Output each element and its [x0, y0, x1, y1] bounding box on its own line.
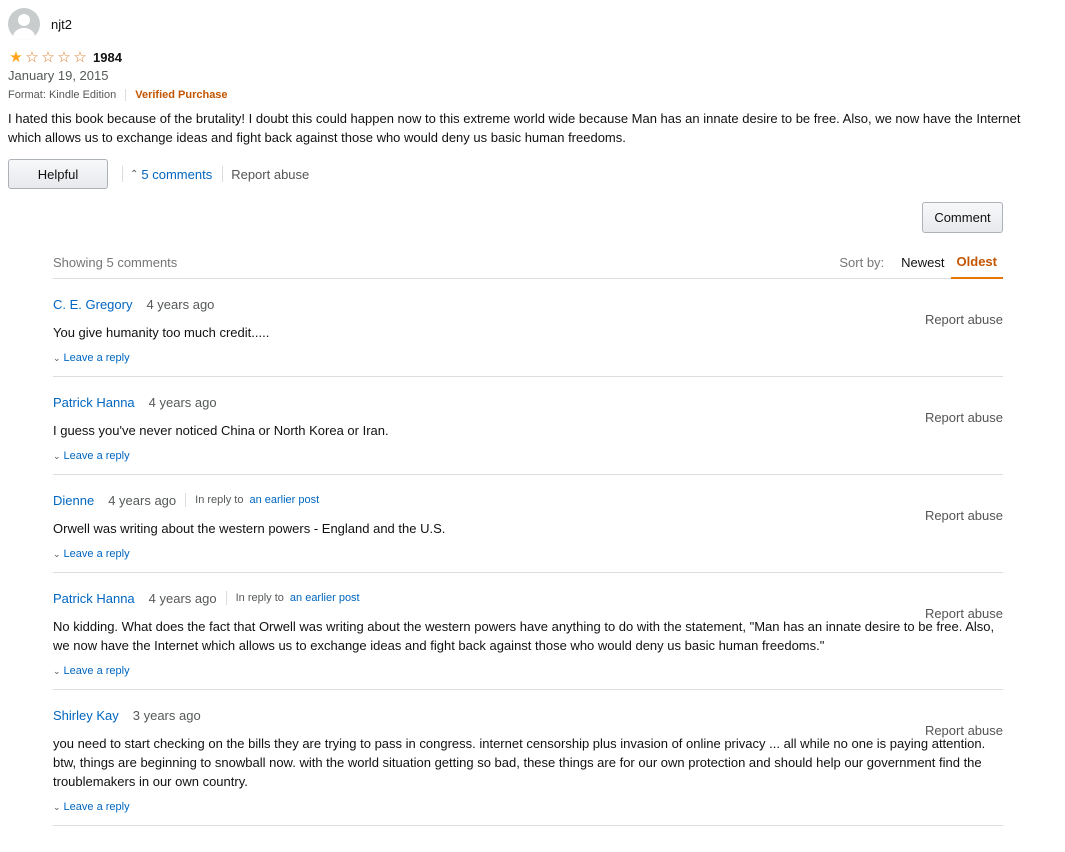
sort-controls: Sort by: Newest Oldest [839, 254, 1003, 279]
comment-time: 4 years ago [108, 492, 177, 508]
format-row: Format: Kindle Edition Verified Purchase [8, 89, 1058, 101]
leave-reply-label: Leave a reply [63, 548, 130, 560]
comment-time: 4 years ago [146, 296, 215, 312]
sort-newest[interactable]: Newest [895, 255, 950, 278]
comment-header: Shirley Kay 3 years ago [53, 706, 1003, 724]
comment-header: Patrick Hanna 4 years ago In reply to an ea… [53, 589, 1003, 607]
review-title[interactable]: 1984 [93, 50, 122, 65]
leave-reply-link[interactable]: ⌄ Leave a reply [53, 664, 1003, 678]
leave-reply-link[interactable]: ⌄ Leave a reply [53, 351, 1003, 365]
chevron-down-icon: ⌄ [53, 665, 61, 676]
star-rating[interactable]: ★ ☆ ☆ ☆ ☆ [8, 50, 88, 65]
helpful-button[interactable]: Helpful [8, 159, 108, 189]
leave-reply-link[interactable]: ⌄ Leave a reply [53, 547, 1003, 561]
format-label[interactable]: Format: Kindle Edition [8, 89, 116, 101]
comment-header: Patrick Hanna 4 years ago [53, 393, 1003, 411]
review-date: January 19, 2015 [8, 68, 109, 83]
comment-author[interactable]: Dienne [53, 493, 94, 508]
thread-header: Showing 5 comments Sort by: Newest Oldes… [53, 250, 1003, 279]
comment-body: you need to start checking on the bills … [53, 736, 986, 789]
rating-row: ★ ☆ ☆ ☆ ☆ 1984 [8, 49, 1058, 65]
earlier-post-link[interactable]: an earlier post [249, 494, 319, 506]
in-reply-to-label: In reply to [235, 592, 284, 604]
review-body: I hated this book because of the brutali… [8, 111, 1021, 145]
star-empty-icon: ☆ [73, 48, 87, 66]
comment-body: No kidding. What does the fact that Orwe… [53, 619, 995, 653]
comment-report-abuse-link[interactable]: Report abuse [925, 311, 1003, 329]
reviewer-profile[interactable]: njt2 [8, 8, 1058, 40]
comment-report-abuse-link[interactable]: Report abuse [925, 722, 1003, 740]
star-filled-icon: ★ [9, 48, 23, 66]
comment-author[interactable]: Patrick Hanna [53, 591, 135, 606]
comment-author[interactable]: C. E. Gregory [53, 297, 132, 312]
sort-oldest[interactable]: Oldest [950, 254, 1003, 279]
chevron-down-icon: ⌄ [53, 548, 61, 559]
chevron-down-icon: ⌄ [53, 801, 61, 812]
sort-label: Sort by: [839, 255, 885, 270]
divider [122, 166, 123, 182]
customer-review: njt2 ★ ☆ ☆ ☆ ☆ 1984 January 19, 2015 Format:… [8, 8, 1058, 189]
comment-report-abuse-link[interactable]: Report abuse [925, 507, 1003, 525]
verified-purchase-badge: Verified Purchase [135, 89, 228, 101]
comment-report-abuse-link[interactable]: Report abuse [925, 409, 1003, 427]
report-abuse-link[interactable]: Report abuse [231, 167, 309, 182]
divider [185, 493, 187, 507]
chevron-down-icon: ⌄ [53, 352, 61, 363]
leave-reply-label: Leave a reply [63, 801, 130, 813]
divider [222, 166, 224, 182]
comment-report-abuse-link[interactable]: Report abuse [925, 605, 1003, 623]
comment-body: I guess you've never noticed China or No… [53, 423, 389, 438]
leave-reply-link[interactable]: ⌄ Leave a reply [53, 800, 1003, 814]
comment-time: 4 years ago [148, 590, 217, 606]
chevron-down-icon: ⌄ [53, 450, 61, 461]
star-empty-icon: ☆ [41, 48, 55, 66]
earlier-post-link[interactable]: an earlier post [290, 592, 360, 604]
reviewer-name[interactable]: njt2 [51, 17, 72, 32]
star-empty-icon: ☆ [57, 48, 71, 66]
in-reply-to-label: In reply to [195, 494, 244, 506]
comment-button[interactable]: Comment [922, 202, 1003, 233]
comment-body: Orwell was writing about the western pow… [53, 521, 446, 536]
comment-body: You give humanity too much credit..... [53, 325, 270, 340]
comment-header: Dienne 4 years ago In reply to an earlier p… [53, 491, 1003, 509]
chevron-up-icon: ⌃ [130, 168, 139, 180]
comment-time: 3 years ago [132, 707, 201, 723]
comments-count: Showing 5 comments [53, 255, 178, 270]
star-empty-icon: ☆ [25, 48, 39, 66]
leave-reply-label: Leave a reply [63, 352, 130, 364]
leave-reply-label: Leave a reply [63, 450, 130, 462]
comment-item: C. E. Gregory 4 years ago Report abuse You … [53, 295, 1003, 377]
comment-item: Patrick Hanna 4 years ago In reply to an ea… [53, 589, 1003, 690]
comments-toggle[interactable]: ⌃ 5 comments [130, 167, 212, 182]
comment-header: C. E. Gregory 4 years ago [53, 295, 1003, 313]
divider [125, 89, 127, 101]
review-actions: Helpful ⌃ 5 comments Report abuse [8, 159, 1058, 189]
comments-count-label: 5 comments [141, 166, 213, 182]
comment-author[interactable]: Patrick Hanna [53, 395, 135, 410]
divider [225, 591, 227, 605]
comment-thread: Showing 5 comments Sort by: Newest Oldes… [53, 250, 1003, 826]
leave-reply-link[interactable]: ⌄ Leave a reply [53, 449, 1003, 463]
comment-list: C. E. Gregory 4 years ago Report abuse You … [53, 295, 1003, 826]
avatar [8, 8, 40, 40]
leave-reply-label: Leave a reply [63, 665, 130, 677]
comment-item: Patrick Hanna 4 years ago Report abuse I gu… [53, 393, 1003, 475]
comment-item: Dienne 4 years ago In reply to an earlier p… [53, 491, 1003, 573]
comment-item: Shirley Kay 3 years ago Report abuse you ne… [53, 706, 1003, 826]
comment-time: 4 years ago [148, 394, 217, 410]
comment-author[interactable]: Shirley Kay [53, 708, 119, 723]
